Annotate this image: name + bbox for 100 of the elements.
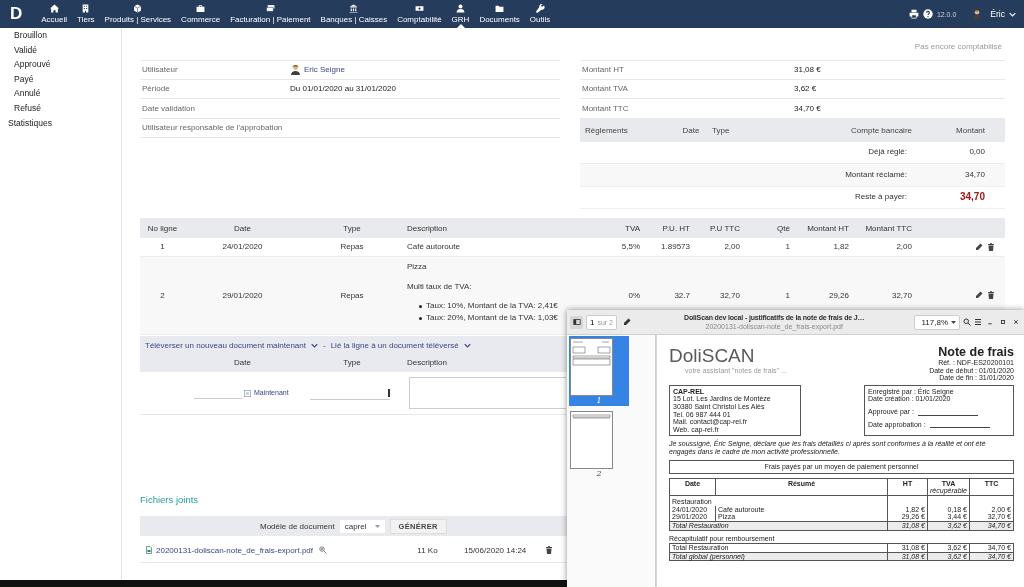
nav-tab[interactable]: GRH	[446, 0, 475, 28]
line-description: Pizza	[407, 262, 428, 272]
upload-link[interactable]: Téléverser un nouveau document maintenant	[145, 340, 306, 350]
vat-rate: Taux: 10%, Montant de la TVA: 2,41€	[426, 300, 558, 312]
payment-value: 0,00	[968, 147, 986, 158]
user-link[interactable]: Eric Seigne	[304, 65, 345, 75]
caret-icon	[374, 523, 380, 529]
table-cell: 1,82	[833, 242, 849, 251]
column-header: Règlements	[584, 125, 629, 135]
payment-label: Montant réclamé:	[844, 169, 908, 180]
sidebar-item[interactable]: Statistiques	[8, 115, 52, 131]
table-cell: 32,70	[891, 290, 912, 300]
table-cell: 24/01/2020	[222, 242, 263, 251]
column-header: Montant	[955, 125, 986, 135]
maximize-icon[interactable]	[1000, 319, 1006, 325]
caret-icon[interactable]	[1009, 10, 1016, 18]
file-size: 11 Ko	[416, 545, 439, 555]
column-header: Qté	[777, 223, 790, 233]
vat-note: Multi taux de TVA:	[407, 282, 473, 292]
description-field[interactable]	[409, 377, 566, 409]
pencil-icon[interactable]	[975, 242, 983, 251]
chevron-icon[interactable]	[463, 341, 471, 349]
zoom-icon[interactable]	[319, 546, 327, 554]
column-header: Type	[712, 125, 731, 135]
bills-icon	[265, 4, 275, 13]
sidebar-toggle-button[interactable]	[570, 315, 583, 329]
trash-icon[interactable]	[987, 242, 995, 251]
user-menu[interactable]: Éric	[990, 9, 1005, 19]
column-header: TVA	[625, 223, 640, 233]
app-logo[interactable]: D	[10, 4, 23, 24]
amount-label: Montant TTC	[581, 103, 630, 113]
banknote-icon	[414, 4, 424, 13]
page-thumbnail[interactable]: 1	[569, 336, 629, 406]
table-cell: 29/01/2020	[222, 290, 263, 300]
sidebar-item[interactable]: Approuvé	[14, 57, 51, 72]
separator-text: -	[323, 340, 326, 350]
amount-value: 34,70 €	[794, 103, 821, 113]
line-description: Café autoroute	[407, 242, 461, 252]
bank-icon	[349, 4, 359, 13]
calendar-icon	[244, 389, 251, 397]
payment-label: Déjà réglé:	[867, 147, 908, 158]
table-cell: 1	[785, 242, 790, 251]
zoom-select[interactable]: 117,8%	[914, 314, 960, 330]
table-cell: 29,26	[828, 290, 849, 300]
trash-icon[interactable]	[545, 546, 553, 555]
table-cell: 2,00	[896, 242, 912, 251]
table-cell: Repas	[340, 290, 364, 300]
nav-tab[interactable]: Documents	[474, 0, 525, 28]
close-icon[interactable]	[1013, 319, 1019, 325]
column-header: Montant TTC	[865, 223, 912, 233]
table-cell: 1.89573	[661, 242, 690, 251]
menu-icon[interactable]	[974, 318, 982, 326]
nav-tab[interactable]: Commerce	[176, 0, 226, 28]
cube-icon	[133, 4, 143, 13]
pencil-icon[interactable]	[975, 291, 983, 300]
amount-value: 3,62 €	[794, 84, 817, 94]
pdf-file-icon	[145, 546, 153, 554]
field-label: Date validation	[141, 103, 196, 113]
sidebar-item[interactable]: Refusé	[14, 100, 41, 116]
printer-icon[interactable]	[908, 9, 919, 19]
document-title: Note de frais	[938, 345, 1014, 359]
field-value: Du 01/01/2020 au 31/01/2020	[290, 84, 396, 94]
pencil-icon[interactable]	[623, 318, 631, 326]
nav-tab[interactable]: Tiers	[72, 0, 100, 28]
nav-tab[interactable]: Facturation | Paiement	[225, 0, 316, 28]
file-link[interactable]: 20200131-doliscan-note_de_frais-export.pdf	[156, 545, 313, 555]
chevron-icon[interactable]	[311, 341, 318, 349]
nav-tab[interactable]: Accueil	[36, 0, 73, 28]
nav-tab[interactable]: Banques | Caisses	[315, 0, 393, 28]
column-header: No ligne	[147, 223, 178, 233]
payment-label: Reste à payer:	[853, 192, 908, 203]
accounting-status: Pas encore comptabilisé	[914, 42, 1002, 51]
field-label: Utilisateur	[141, 65, 179, 75]
column-header: P.U. HT	[662, 223, 690, 233]
building-icon	[81, 4, 91, 13]
table-cell: Repas	[340, 242, 364, 251]
sidebar-item[interactable]: Validé	[14, 42, 37, 58]
model-select[interactable]: caprel	[339, 519, 385, 533]
sidebar-item[interactable]: Brouillon	[14, 28, 48, 43]
column-header: Date	[234, 358, 251, 367]
document-logo: DoliSCAN	[669, 345, 755, 367]
sidebar-icon	[572, 318, 581, 326]
vat-rate: Taux: 20%, Montant de la TVA: 1,03€	[426, 312, 558, 324]
table-cell: 32,70	[719, 290, 740, 300]
table-cell: 32.7	[674, 290, 690, 300]
nav-tab[interactable]: Produits | Services	[99, 0, 177, 28]
payment-value: 34,70	[958, 192, 986, 203]
help-icon[interactable]	[922, 9, 933, 19]
payment-value: 34,70	[963, 169, 986, 180]
trash-icon[interactable]	[987, 291, 995, 300]
file-date: 15/06/2020 14:24	[463, 545, 528, 555]
avatar-icon[interactable]	[972, 9, 983, 19]
nav-tab[interactable]: Comptabilité	[392, 0, 447, 28]
link-document-link[interactable]: Lié la ligne à un document téléversé	[330, 340, 459, 350]
sidebar-item[interactable]: Payé	[14, 71, 34, 87]
sidebar-item[interactable]: Annulé	[14, 86, 41, 101]
column-header: Date	[681, 125, 701, 135]
bullet-icon	[419, 316, 422, 320]
search-icon[interactable]	[963, 318, 971, 326]
nav-tab[interactable]: Outils	[524, 0, 556, 28]
